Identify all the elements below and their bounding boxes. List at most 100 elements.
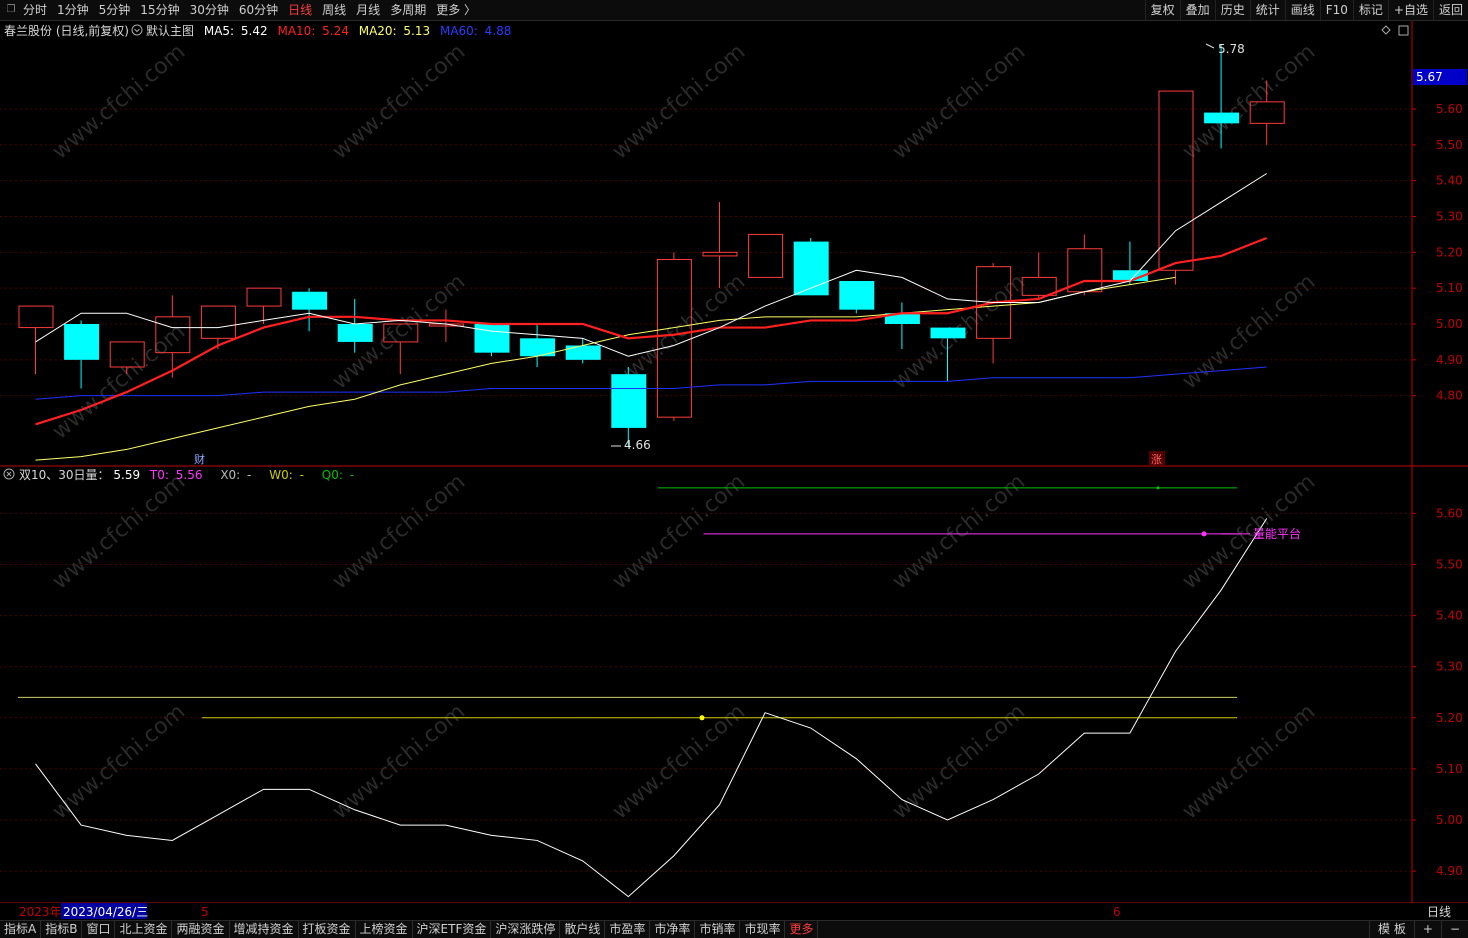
y-tick-label: 5.00: [1436, 317, 1463, 331]
candle-body: [839, 281, 875, 310]
y-tick-label: 4.90: [1436, 864, 1463, 878]
indicator-tab-11[interactable]: 市盈率: [605, 921, 651, 938]
watermark-text: www.cfchi.com: [1178, 39, 1320, 164]
template-name[interactable]: 默认主图: [146, 23, 194, 38]
candle-body: [246, 287, 282, 307]
indicator-toolbar: 指标A 指标B 窗口 北上资金 两融资金 增减持资金 打板资金 上榜资金 沪深ETF资金 沪深涨跌…: [0, 920, 1468, 938]
close-x-icon: [6, 471, 12, 477]
stock-name: 春兰股份 (日线,前复权): [4, 23, 129, 38]
indicator-tab-12[interactable]: 市净率: [650, 921, 696, 938]
stock-title: 春兰股份 (日线,前复权): [4, 23, 129, 38]
zoom-in-button[interactable]: +: [1413, 921, 1441, 938]
time-axis-may: 5: [201, 905, 209, 919]
volume-platform-label: 量能平台: [1253, 526, 1301, 541]
t0-label: T0:: [149, 468, 169, 482]
tab-period-3[interactable]: 15分钟: [135, 0, 184, 20]
panel-icon[interactable]: [1398, 25, 1409, 36]
indicator-header: 双10、30日量： 5.59 T0: 5.56 X0: - W0: - Q0: …: [19, 468, 354, 482]
tab-period-7[interactable]: 周线: [317, 0, 351, 20]
candle-body: [200, 305, 236, 339]
tab-period-2[interactable]: 5分钟: [94, 0, 136, 20]
candle-body: [611, 374, 647, 428]
action-button-4[interactable]: 画线: [1284, 0, 1320, 20]
indicator-tab-15[interactable]: 更多: [785, 921, 819, 938]
candle-body: [930, 327, 966, 339]
ma20-label: MA20:: [359, 24, 397, 38]
y-tick-label: 5.20: [1436, 711, 1463, 725]
tab-period-6[interactable]: 日线: [283, 0, 317, 20]
time-axis-june: 6: [1113, 905, 1121, 919]
indicator-tab-0[interactable]: 指标A: [0, 921, 42, 938]
indicator-tab-8[interactable]: 沪深ETF资金: [413, 921, 492, 938]
candle-body: [1204, 112, 1240, 124]
ma60-line: [35, 366, 1267, 400]
indicator-tab-4[interactable]: 两融资金: [172, 921, 230, 938]
w0-value: -: [300, 468, 304, 482]
indicator-tab-6[interactable]: 打板资金: [299, 921, 356, 938]
t0-value: 5.56: [176, 468, 203, 482]
template-button[interactable]: 模 板: [1369, 921, 1414, 938]
indicator-tab-13[interactable]: 市销率: [695, 921, 741, 938]
tab-period-0[interactable]: 分时: [18, 0, 52, 20]
action-buttons: 复权 叠加 历史 统计 画线 F10 标记 +自选 返回: [1144, 0, 1468, 20]
indicator-tab-3[interactable]: 北上资金: [115, 921, 173, 938]
indicator-tab-1[interactable]: 指标B: [41, 921, 83, 938]
action-button-1[interactable]: 叠加: [1179, 0, 1215, 20]
ma5-value: 5.42: [241, 24, 268, 38]
tab-period-8[interactable]: 月线: [351, 0, 385, 20]
q0-value: -: [350, 468, 354, 482]
tab-period-10[interactable]: 更多 〉: [431, 0, 481, 20]
limit-up-marker[interactable]: 涨: [1151, 453, 1162, 466]
indicator-tab-14[interactable]: 市现率: [740, 921, 786, 938]
ma10-value: 5.24: [322, 24, 349, 38]
action-button-5[interactable]: F10: [1319, 0, 1353, 20]
action-button-3[interactable]: 统计: [1249, 0, 1285, 20]
tab-period-4[interactable]: 30分钟: [185, 0, 234, 20]
indicator-tab-7[interactable]: 上榜资金: [356, 921, 413, 938]
tab-period-5[interactable]: 60分钟: [234, 0, 283, 20]
indicator-value: 5.59: [113, 468, 140, 482]
low-price-label: 4.66: [624, 438, 651, 452]
x0-label: X0:: [220, 468, 240, 482]
y-tick-label: 5.50: [1436, 558, 1463, 572]
x0-value: -: [247, 468, 251, 482]
action-button-8[interactable]: 返回: [1432, 0, 1468, 20]
candle-body: [337, 324, 373, 342]
tab-period-9[interactable]: 多周期: [385, 0, 431, 20]
time-axis-bg: [0, 903, 1468, 920]
period-tabs: 分时 1分钟 5分钟 15分钟 30分钟 60分钟 日线 周线 月线 多周期 更多 〉: [18, 0, 481, 20]
tab-period-1[interactable]: 1分钟: [52, 0, 94, 20]
watermark-text: www.cfchi.com: [1178, 269, 1320, 394]
zoom-out-button[interactable]: −: [1440, 921, 1468, 938]
finance-marker[interactable]: 财: [194, 452, 205, 466]
indicator-tab-9[interactable]: 沪深涨跌停: [491, 921, 561, 938]
ma10-label: MA10:: [277, 24, 315, 38]
watermark-text: www.cfchi.com: [328, 39, 470, 164]
y-tick-label: 5.60: [1436, 102, 1463, 116]
stock-chart[interactable]: www.cfchi.com www.cfchi.com www.cfchi.com w…: [0, 21, 1468, 921]
y-tick-label: 5.10: [1436, 281, 1463, 295]
high-price-label: 5.78: [1218, 42, 1245, 56]
bottom-right-controls: 模 板 + −: [1369, 921, 1468, 938]
watermark-text: www.cfchi.com: [48, 699, 190, 824]
y-tick-label: 5.00: [1436, 813, 1463, 827]
action-button-7[interactable]: +自选: [1387, 0, 1433, 20]
candle-body: [565, 345, 601, 360]
y-tick-label: 5.40: [1436, 609, 1463, 623]
action-button-0[interactable]: 复权: [1144, 0, 1180, 20]
ma-header: 默认主图 MA5: 5.42 MA10: 5.24 MA20: 5.13 MA6…: [146, 23, 511, 38]
action-button-2[interactable]: 历史: [1214, 0, 1250, 20]
w0-label: W0:: [269, 468, 293, 482]
current-price-label: 5.67: [1416, 70, 1443, 84]
candle-body: [292, 291, 328, 310]
diamond-icon[interactable]: [1381, 25, 1391, 35]
ma5-label: MA5:: [204, 24, 234, 38]
restore-icon[interactable]: ❐: [4, 3, 18, 17]
indicator-tab-2[interactable]: 窗口: [82, 921, 116, 938]
ma60-label: MA60:: [440, 24, 478, 38]
indicator-tab-5[interactable]: 增减持资金: [230, 921, 299, 938]
indicator-tab-10[interactable]: 散户线: [560, 921, 606, 938]
y-tick-label: 4.90: [1436, 353, 1463, 367]
dropdown-circle-icon[interactable]: [131, 24, 143, 36]
action-button-6[interactable]: 标记: [1352, 0, 1388, 20]
